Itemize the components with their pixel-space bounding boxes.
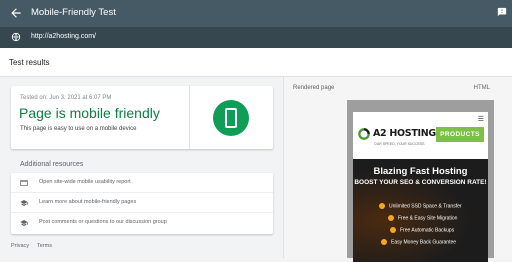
check-icon: [379, 203, 385, 209]
hero-feature: Free & Easy Site Migration: [388, 215, 457, 221]
results-pane: Tested on: Jun 3, 2021 at 6:07 PM Page i…: [0, 77, 284, 258]
rendered-page-tab[interactable]: Rendered page: [293, 85, 334, 91]
hero-subtitle: BOOST YOUR SEO & CONVERSION RATE!: [354, 179, 487, 186]
hero-feature: Easy Money Back Guarantee: [381, 239, 456, 245]
result-headline: Page is mobile friendly: [19, 105, 160, 121]
results-header: Test results: [0, 48, 512, 77]
school-icon: [20, 200, 28, 206]
rendered-page-pane: Rendered page HTML ☰ A2 HOSTING OUR SPEE…: [284, 77, 512, 262]
resource-item-discussion-group[interactable]: Post comments or questions to our discus…: [11, 213, 273, 233]
check-icon: [388, 215, 394, 221]
app-bar: Mobile-Friendly Test: [0, 0, 512, 27]
site-logo-name: A2 HOSTING: [373, 128, 436, 139]
products-button: PRODUCTS: [436, 127, 484, 142]
site-header: ☰ A2 HOSTING OUR SPEED, YOUR SUCCESS PRO…: [353, 112, 488, 159]
resource-item-usability-report[interactable]: Open site-wide mobile usability report: [11, 173, 273, 193]
feedback-icon[interactable]: [497, 7, 507, 17]
resource-item-learn-more[interactable]: Learn more about mobile-friendly pages: [11, 193, 273, 213]
rendered-screenshot[interactable]: ☰ A2 HOSTING OUR SPEED, YOUR SUCCESS PRO…: [353, 112, 488, 262]
result-subtext: This page is easy to use on a mobile dev…: [20, 126, 137, 132]
check-icon: [390, 227, 396, 233]
check-icon: [381, 239, 387, 245]
hero-feature: Unlimited SSD Space & Transfer: [379, 203, 462, 209]
resource-label: Post comments or questions to our discus…: [39, 219, 167, 225]
results-title: Test results: [9, 58, 50, 67]
tested-on-text: Tested on: Jun 3, 2021 at 6:07 PM: [20, 95, 112, 101]
privacy-link[interactable]: Privacy: [11, 243, 29, 249]
browser-icon: [20, 180, 28, 186]
html-tab[interactable]: HTML: [474, 85, 490, 91]
back-arrow-icon[interactable]: [9, 6, 23, 20]
resources-list: Open site-wide mobile usability report L…: [11, 173, 273, 234]
app-title: Mobile-Friendly Test: [31, 7, 116, 18]
result-card: Tested on: Jun 3, 2021 at 6:07 PM Page i…: [11, 86, 273, 149]
school-icon: [20, 220, 28, 226]
resource-label: Open site-wide mobile usability report: [39, 179, 131, 185]
a2-logo-icon: [358, 128, 370, 140]
resource-label: Learn more about mobile-friendly pages: [39, 199, 137, 205]
phone-preview-frame: ☰ A2 HOSTING OUR SPEED, YOUR SUCCESS PRO…: [347, 100, 494, 262]
hamburger-menu-icon: ☰: [477, 116, 484, 123]
globe-icon: [11, 32, 21, 42]
tested-url[interactable]: http://a2hosting.com/: [31, 33, 96, 40]
site-hero: Blazing Fast Hosting BOOST YOUR SEO & CO…: [353, 159, 488, 262]
hero-feature: Free Automatic Backups: [390, 227, 454, 233]
url-bar: http://a2hosting.com/: [0, 27, 512, 48]
smartphone-icon: [225, 108, 237, 128]
additional-resources-heading: Additional resources: [20, 161, 84, 168]
site-logo-tagline: OUR SPEED, YOUR SUCCESS: [374, 142, 425, 146]
terms-link[interactable]: Terms: [37, 243, 52, 249]
hero-title: Blazing Fast Hosting: [373, 166, 468, 177]
card-divider: [189, 86, 190, 149]
mobile-friendly-badge: [213, 100, 249, 136]
